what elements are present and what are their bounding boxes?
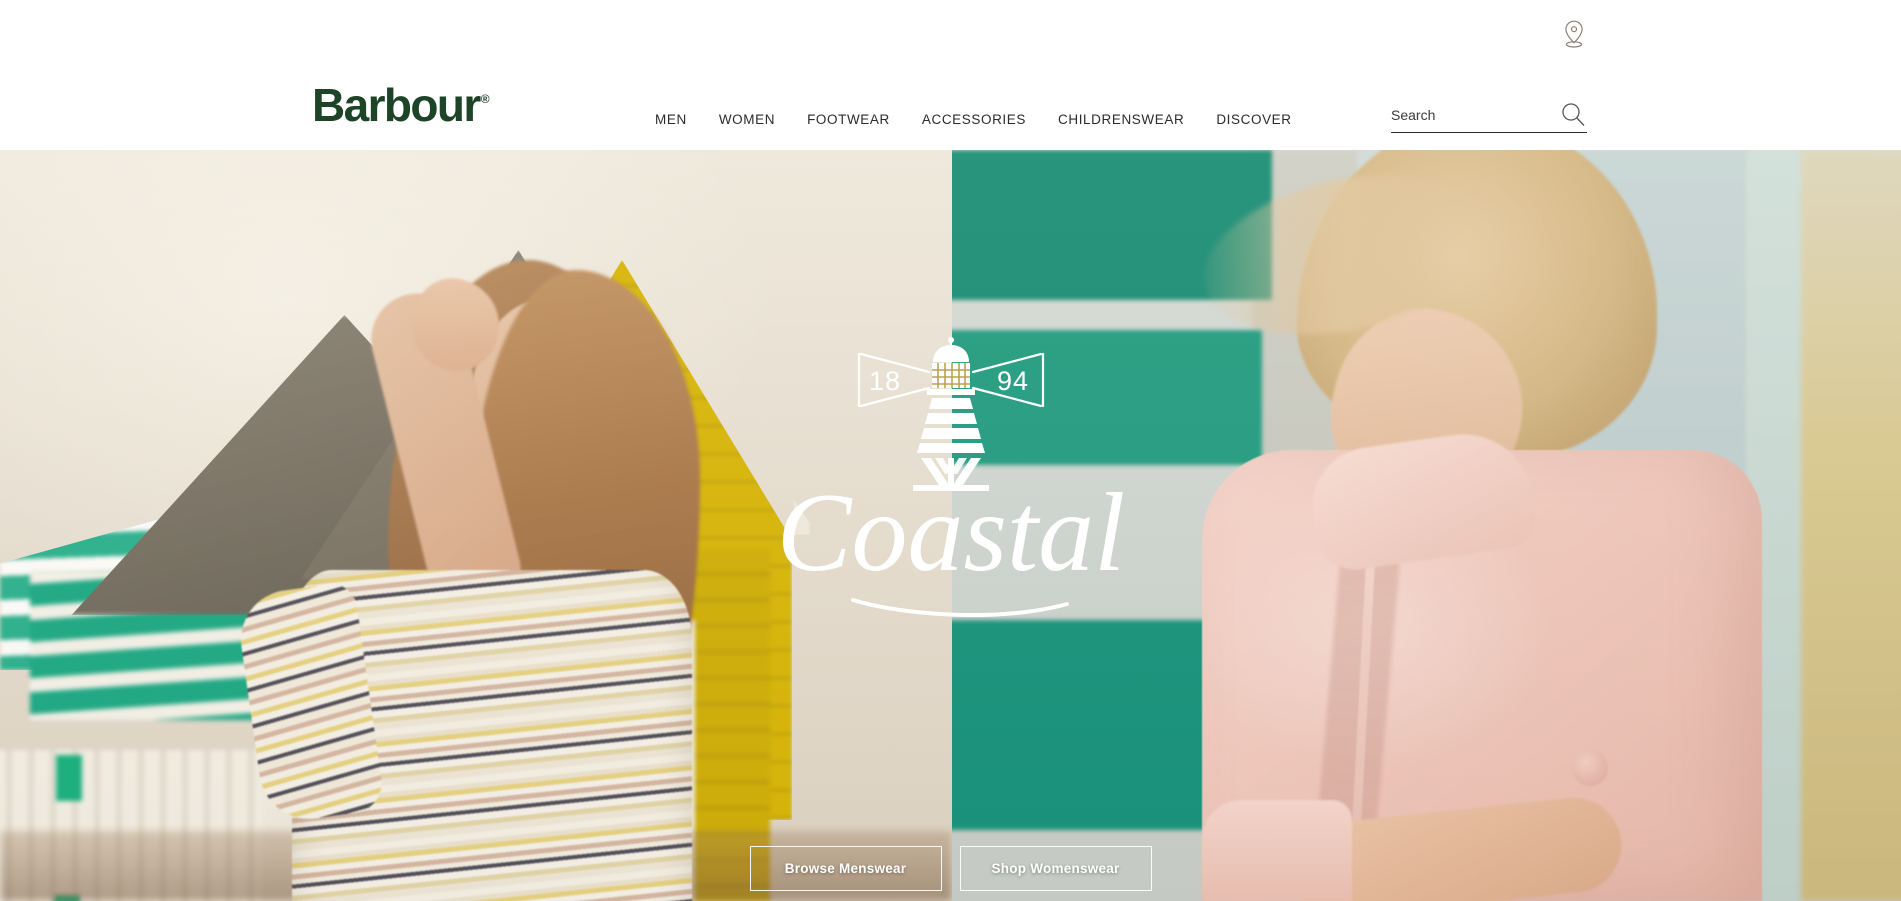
hut-panel-teal-mid [952,330,1262,465]
womenswear-lifestyle-photo [952,150,1901,901]
hero-banner: 18 94 Coastal Browse Menswear Shop Women… [0,150,1901,901]
jacket-sleeve-badge [1572,750,1608,786]
main-navigation: MEN WOMEN FOOTWEAR ACCESSORIES CHILDRENS… [655,112,1308,127]
hut-panel-yellow [1801,150,1901,901]
nav-item-footwear[interactable]: FOOTWEAR [791,112,906,127]
brand-logo[interactable]: Barbour® [312,79,490,131]
jacket-cuff [1202,800,1352,901]
nav-item-men[interactable]: MEN [655,112,703,127]
hero-image-right [952,150,1901,901]
search-input[interactable] [1391,103,1541,127]
utility-bar [0,0,1901,62]
search-box [1391,103,1587,133]
browse-menswear-button[interactable]: Browse Menswear [749,846,942,891]
store-locator-button[interactable] [1552,12,1596,56]
menswear-lifestyle-photo [0,150,952,901]
nav-item-discover[interactable]: DISCOVER [1200,112,1307,127]
nav-item-childrenswear[interactable]: CHILDRENSWEAR [1042,112,1200,127]
location-pin-icon [1561,19,1587,49]
search-icon[interactable] [1559,100,1587,128]
shop-womenswear-button[interactable]: Shop Womenswear [959,846,1152,891]
nav-item-women[interactable]: WOMEN [703,112,791,127]
nav-item-accessories[interactable]: ACCESSORIES [906,112,1042,127]
hero-cta-group: Browse Menswear Shop Womenswear [749,846,1152,891]
site-header: Barbour® MEN WOMEN FOOTWEAR ACCESSORIES … [0,0,1901,150]
hero-image-left [0,150,952,901]
registered-mark: ® [480,91,490,106]
fence-accent-1 [56,755,82,801]
brand-logo-text: Barbour [312,79,481,131]
